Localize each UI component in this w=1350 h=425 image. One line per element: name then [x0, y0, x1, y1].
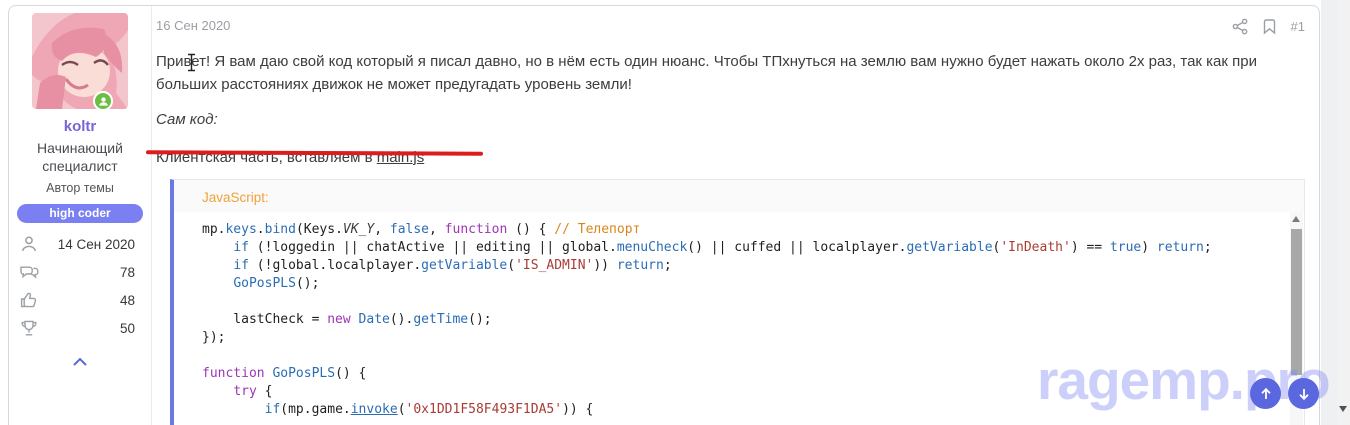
- username-link[interactable]: koltr: [9, 118, 151, 135]
- user-group-badge: high coder: [17, 204, 143, 223]
- post-actions: #1: [1232, 18, 1305, 35]
- online-status-icon: [93, 91, 113, 111]
- collapse-user-panel-button[interactable]: [71, 355, 89, 373]
- code-body: mp.keys.bind(Keys.VK_Y, false, function …: [174, 212, 1304, 425]
- post-content: 16 Сен 2020 #1 Привет! Я вам даю свой ко…: [152, 6, 1320, 425]
- arrow-up-icon: [1258, 386, 1274, 402]
- post-code-intro: Сам код:: [156, 111, 1305, 128]
- scroll-to-bottom-button[interactable]: [1288, 378, 1319, 409]
- page-background-strip: [1321, 0, 1337, 425]
- bookmark-icon[interactable]: [1262, 18, 1277, 35]
- user-stats: 14 Сен 2020 78 48: [19, 230, 135, 342]
- stat-trophy: 50: [19, 314, 135, 342]
- code-scrollbar-thumb[interactable]: [1291, 229, 1302, 375]
- code-block: JavaScript: mp.keys.bind(Keys.VK_Y, fals…: [170, 179, 1305, 425]
- likes-icon: [19, 290, 39, 310]
- messages-icon: [19, 262, 40, 282]
- avatar[interactable]: [32, 13, 128, 109]
- avatar-image: [32, 13, 128, 109]
- trophy-count: 50: [120, 321, 135, 336]
- post-header: 16 Сен 2020 #1: [156, 18, 1305, 35]
- share-icon[interactable]: [1232, 18, 1248, 35]
- post-number-link[interactable]: #1: [1291, 19, 1305, 34]
- user-title: Начинающий специалист: [28, 139, 132, 175]
- messages-count: 78: [120, 265, 135, 280]
- joined-date: 14 Сен 2020: [58, 237, 135, 252]
- arrow-down-icon: [1296, 386, 1312, 402]
- likes-count: 48: [120, 293, 135, 308]
- page-scroll-down-arrow-icon[interactable]: [1339, 406, 1347, 412]
- user-role: Автор темы: [9, 181, 151, 195]
- code-language-label: JavaScript:: [174, 180, 1304, 212]
- scroll-up-arrow-icon[interactable]: [1292, 216, 1300, 222]
- chevron-up-icon: [71, 356, 89, 368]
- user-cell: koltr Начинающий специалист Автор темы h…: [9, 6, 152, 425]
- stat-likes: 48: [19, 286, 135, 314]
- code-lines: mp.keys.bind(Keys.VK_Y, false, function …: [202, 221, 1278, 419]
- post-date: 16 Сен 2020: [156, 18, 230, 33]
- post-body-text: Привет! Я вам даю свой код который я пис…: [156, 50, 1296, 96]
- trophy-icon: [19, 318, 39, 338]
- scroll-to-top-button[interactable]: [1250, 378, 1281, 409]
- stat-joined: 14 Сен 2020: [19, 230, 135, 258]
- stat-messages: 78: [19, 258, 135, 286]
- forum-page: koltr Начинающий специалист Автор темы h…: [0, 0, 1350, 425]
- page-scrollbar[interactable]: [1337, 0, 1350, 425]
- post-card: koltr Начинающий специалист Автор темы h…: [8, 5, 1320, 425]
- user-icon: [19, 234, 39, 254]
